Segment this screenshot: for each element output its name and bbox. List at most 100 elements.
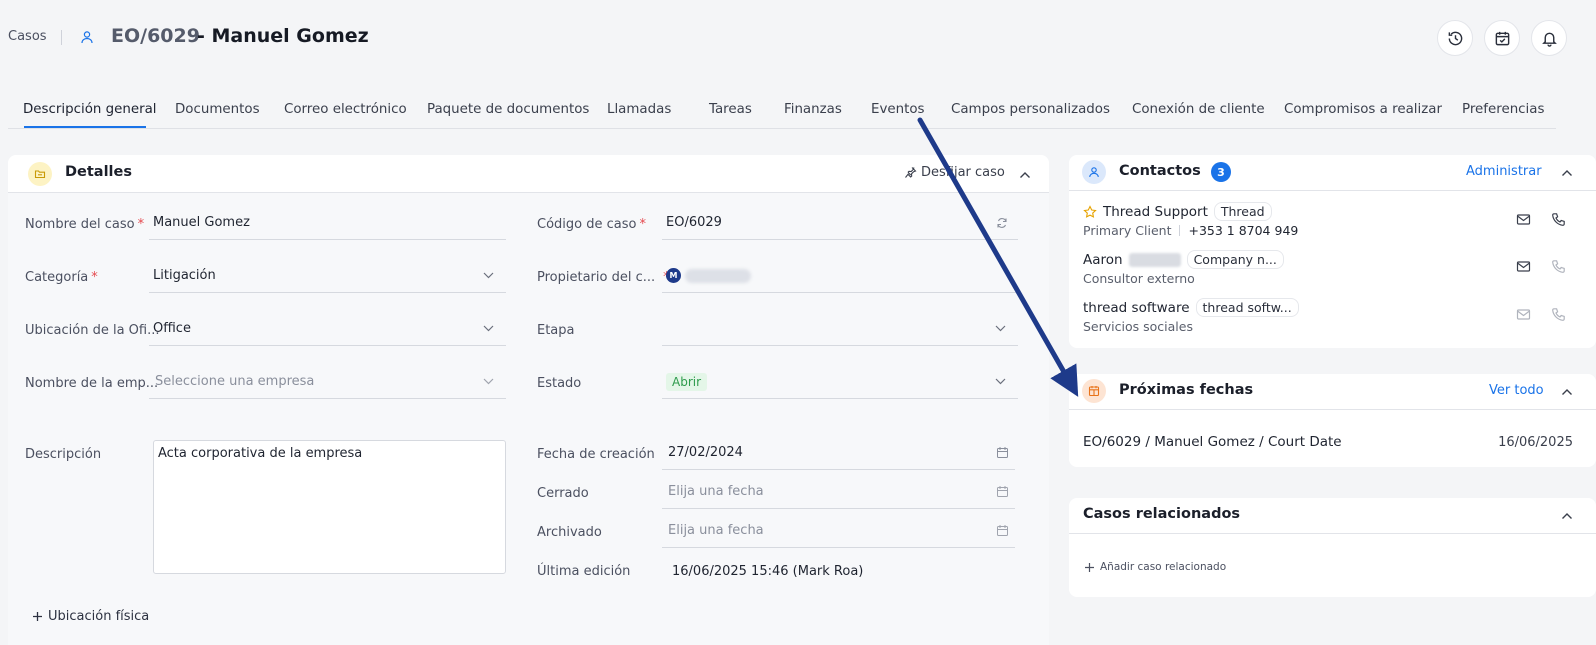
add-related-case-label: Añadir caso relacionado — [1100, 561, 1227, 573]
history-button[interactable] — [1437, 20, 1473, 56]
tab-campos-personalizados[interactable]: Campos personalizados — [951, 102, 1110, 117]
archived-date-input[interactable]: Elija una fecha — [662, 514, 1015, 548]
status-label: Estado — [537, 376, 582, 391]
tab-correo[interactable]: Correo electrónico — [284, 102, 407, 117]
tab-descripcion-general[interactable]: Descripción general — [23, 102, 157, 117]
owner-label: Propietario del c...* — [537, 270, 670, 285]
add-physical-location-button[interactable]: Ubicación física — [32, 609, 149, 624]
calendar-button[interactable] — [1484, 20, 1520, 56]
contact-row[interactable]: thread software thread softw... Servicio… — [1069, 298, 1596, 346]
created-date-label: Fecha de creación — [537, 447, 655, 462]
upcoming-dates-title: Próximas fechas — [1119, 382, 1254, 398]
contacts-header[interactable]: Contactos 3 Administrar — [1069, 155, 1596, 191]
tab-finanzas[interactable]: Finanzas — [784, 102, 842, 117]
chevron-down-icon — [483, 272, 494, 279]
collapse-chevron-icon[interactable] — [1561, 388, 1573, 396]
manage-contacts-link[interactable]: Administrar — [1466, 164, 1542, 179]
calendar-icon[interactable] — [996, 485, 1009, 498]
tab-documentos[interactable]: Documentos — [175, 102, 260, 117]
tab-compromisos[interactable]: Compromisos a realizar — [1284, 102, 1442, 117]
phone-icon[interactable] — [1551, 307, 1566, 322]
company-select[interactable]: Seleccione una empresa — [149, 365, 506, 399]
upcoming-dates-header[interactable]: Próximas fechas Ver todo — [1069, 374, 1596, 410]
case-name-input[interactable]: Manuel Gomez — [149, 206, 506, 240]
unpin-case-label: Desfijar caso — [921, 165, 1005, 180]
add-related-case-button[interactable]: Añadir caso relacionado — [1084, 561, 1226, 573]
tab-llamadas[interactable]: Llamadas — [607, 102, 671, 117]
contacts-count-badge: 3 — [1211, 162, 1231, 182]
stage-select[interactable] — [662, 312, 1018, 346]
contact-company-tag: Thread — [1213, 202, 1272, 221]
details-header[interactable]: Detalles Desfijar caso — [8, 155, 1049, 193]
upcoming-date-item[interactable]: EO/6029 / Manuel Gomez / Court Date — [1083, 434, 1342, 450]
notifications-button[interactable] — [1531, 20, 1567, 56]
contact-row[interactable]: Thread Support Thread Primary Client +353… — [1069, 202, 1596, 250]
contact-phone[interactable]: +353 1 8704 949 — [1188, 223, 1298, 238]
archived-date-label: Archivado — [537, 525, 602, 540]
collapse-chevron-icon[interactable] — [1019, 171, 1031, 179]
phone-icon[interactable] — [1551, 259, 1566, 274]
created-date-input[interactable]: 27/02/2024 — [662, 436, 1015, 470]
upcoming-dates-panel: Próximas fechas Ver todo EO/6029 / Manue… — [1069, 374, 1596, 467]
contacts-title: Contactos — [1119, 163, 1201, 179]
chevron-down-icon — [995, 325, 1006, 332]
related-cases-header[interactable]: Casos relacionados — [1069, 498, 1596, 534]
contact-role: Consultor externo — [1083, 271, 1195, 286]
breadcrumb-divider — [61, 30, 62, 45]
tab-conexion-cliente[interactable]: Conexión de cliente — [1132, 102, 1265, 117]
contact-user-icon — [1082, 160, 1106, 184]
redacted-surname — [1128, 252, 1181, 267]
redacted-owner-name — [685, 268, 751, 283]
description-textarea[interactable]: Acta corporativa de la empresa — [153, 440, 506, 574]
view-all-link[interactable]: Ver todo — [1489, 383, 1544, 398]
contact-name: Aaron Company n... — [1083, 250, 1284, 269]
email-icon[interactable] — [1516, 259, 1531, 274]
collapse-chevron-icon[interactable] — [1561, 512, 1573, 520]
closed-date-input[interactable]: Elija una fecha — [662, 475, 1015, 509]
active-tab-indicator — [24, 126, 146, 128]
calendar-icon[interactable] — [996, 524, 1009, 537]
calendar-icon[interactable] — [996, 446, 1009, 459]
tab-preferencias[interactable]: Preferencias — [1462, 102, 1544, 117]
closed-date-label: Cerrado — [537, 486, 589, 501]
details-title: Detalles — [65, 164, 132, 180]
chevron-down-icon — [995, 378, 1006, 385]
company-label: Nombre de la emp... — [25, 376, 159, 391]
contacts-panel: Contactos 3 Administrar Thread Support T… — [1069, 155, 1596, 348]
owner-select[interactable]: M — [662, 259, 1018, 293]
email-icon[interactable] — [1516, 307, 1531, 322]
history-icon — [1448, 31, 1462, 45]
contact-name: Thread Support Thread — [1083, 202, 1272, 221]
category-select[interactable]: Litigación — [149, 259, 506, 293]
contact-role: Primary Client +353 1 8704 949 — [1083, 223, 1299, 238]
tab-tareas[interactable]: Tareas — [709, 102, 752, 117]
tab-eventos[interactable]: Eventos — [871, 102, 925, 117]
breadcrumb-casos[interactable]: Casos — [8, 29, 47, 44]
unpin-case-button[interactable]: Desfijar caso — [904, 165, 1005, 180]
contact-name: thread software thread softw... — [1083, 298, 1299, 317]
refresh-icon[interactable] — [996, 217, 1008, 229]
description-label: Descripción — [25, 447, 102, 462]
collapse-chevron-icon[interactable] — [1561, 169, 1573, 177]
chevron-down-icon — [483, 378, 494, 385]
last-edit-value: 16/06/2025 15:46 (Mark Roa) — [672, 564, 864, 579]
user-icon — [81, 31, 93, 44]
bell-icon — [1541, 32, 1557, 47]
contact-company-tag: thread softw... — [1195, 298, 1299, 317]
plus-icon — [33, 612, 42, 621]
email-icon[interactable] — [1516, 212, 1531, 227]
case-name-title: - Manuel Gomez — [197, 25, 369, 47]
related-cases-title: Casos relacionados — [1083, 506, 1241, 522]
upcoming-date-value: 16/06/2025 — [1498, 435, 1573, 450]
calendar-check-icon — [1495, 31, 1509, 45]
phone-icon[interactable] — [1551, 212, 1566, 227]
related-cases-panel: Casos relacionados Añadir caso relaciona… — [1069, 498, 1596, 597]
tab-paquete-documentos[interactable]: Paquete de documentos — [427, 102, 589, 117]
contact-row[interactable]: Aaron Company n... Consultor externo — [1069, 250, 1596, 298]
office-select[interactable]: Office — [149, 312, 506, 346]
status-select[interactable]: Abrir — [662, 365, 1018, 399]
star-icon[interactable] — [1083, 204, 1097, 219]
case-code-input[interactable]: EO/6029 — [662, 206, 1018, 240]
details-panel: Detalles Desfijar caso Nombre del caso * … — [8, 155, 1049, 645]
case-name-label: Nombre del caso * — [25, 217, 145, 232]
